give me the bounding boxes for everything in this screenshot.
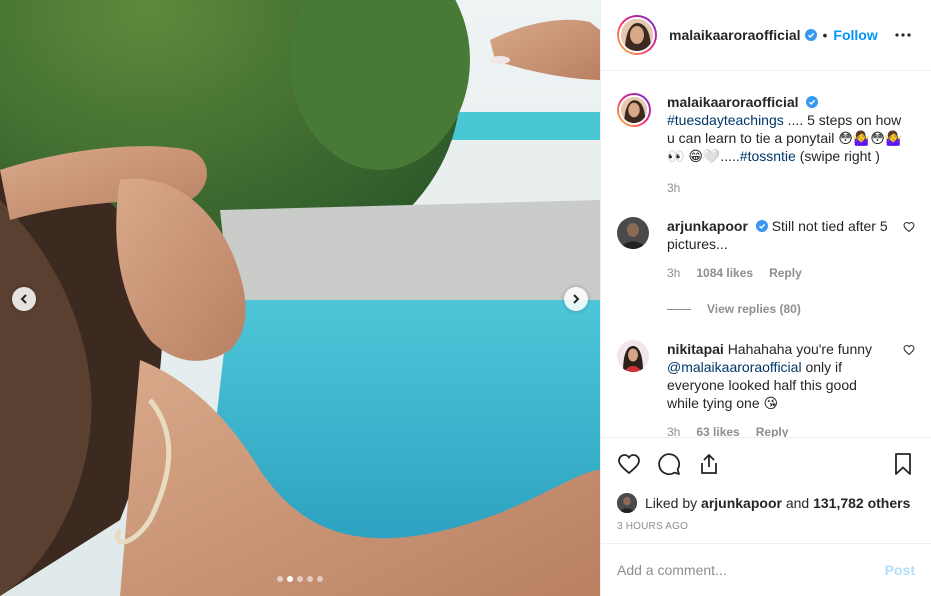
post-media[interactable] — [0, 0, 600, 596]
caption-text: (swipe right ) — [795, 148, 880, 165]
share-icon[interactable] — [697, 452, 721, 476]
post-timestamp[interactable]: 3 HOURS AGO — [601, 515, 931, 543]
heart-icon[interactable] — [617, 452, 641, 476]
comment-likes[interactable]: 63 likes — [696, 425, 739, 436]
view-replies-label: View replies (80) — [707, 302, 801, 317]
reply-button[interactable]: Reply — [756, 425, 789, 436]
comment-item: nikitapai Hahahaha you're funny @malaika… — [617, 340, 915, 437]
instagram-post: malaikaaroraofficial • Follow malaikaaro… — [0, 0, 931, 596]
liker-username[interactable]: arjunkapoor — [701, 495, 782, 511]
header-separator: • — [822, 27, 828, 44]
post-header: malaikaaroraofficial • Follow — [601, 0, 931, 72]
verified-badge-icon — [804, 29, 817, 42]
comment-text: Hahahaha you're funny — [727, 341, 873, 358]
carousel-dot — [297, 576, 303, 582]
follow-button[interactable]: Follow — [833, 27, 877, 43]
carousel-dot — [277, 576, 283, 582]
commenter-avatar[interactable] — [617, 217, 649, 250]
view-replies-button[interactable]: View replies (80) — [667, 302, 915, 316]
caption-hashtag[interactable]: #tuesdayteachings — [667, 112, 784, 128]
comment-like-heart-icon[interactable] — [903, 221, 915, 233]
caption-avatar[interactable] — [617, 93, 651, 128]
carousel-dot — [317, 576, 323, 582]
post-actions — [601, 438, 931, 491]
post-comment-button[interactable]: Post — [885, 562, 915, 578]
comment-item: arjunkapoor Still not tied after 5 pictu… — [617, 217, 915, 280]
caption-username[interactable]: malaikaaroraofficial — [667, 94, 799, 110]
post-side-panel: malaikaaroraofficial • Follow malaikaaro… — [600, 0, 931, 596]
likes-summary: Liked by arjunkapoor and 131,782 others — [601, 491, 931, 515]
comment-like-heart-icon[interactable] — [903, 344, 915, 356]
comment-input[interactable] — [617, 561, 885, 578]
commenter-username[interactable]: nikitapai — [667, 341, 724, 357]
author-avatar[interactable] — [617, 15, 657, 56]
caption-hashtag[interactable]: #tossntie — [740, 148, 796, 164]
previous-image-button[interactable] — [12, 287, 36, 311]
verified-badge-icon — [755, 220, 768, 233]
comment-likes[interactable]: 1084 likes — [696, 266, 753, 280]
likes-others-count[interactable]: 131,782 others — [813, 495, 910, 511]
comments-section[interactable]: malaikaaroraofficial #tuesdayteachings .… — [601, 71, 931, 438]
likes-prefix: Liked by — [645, 494, 702, 511]
likes-middle: and — [781, 494, 814, 511]
commenter-username[interactable]: arjunkapoor — [667, 218, 748, 234]
post-photo — [0, 0, 600, 596]
verified-badge-icon — [806, 96, 819, 109]
comment-icon[interactable] — [657, 452, 681, 476]
caption: malaikaaroraofficial #tuesdayteachings .… — [617, 93, 915, 195]
comment-time[interactable]: 3h — [667, 425, 680, 436]
comment-mention[interactable]: @malaikaaroraofficial — [667, 359, 802, 375]
add-comment-bar: Post — [601, 542, 931, 596]
carousel-dot-active — [287, 576, 293, 582]
more-options-button[interactable] — [891, 23, 915, 47]
more-horizontal-icon — [895, 33, 911, 37]
next-image-button[interactable] — [564, 287, 588, 311]
comment-time[interactable]: 3h — [667, 266, 680, 280]
reply-button[interactable]: Reply — [769, 266, 802, 280]
chevron-right-icon — [573, 294, 580, 304]
bookmark-icon[interactable] — [891, 452, 915, 476]
commenter-avatar[interactable] — [617, 340, 649, 373]
chevron-left-icon — [20, 294, 27, 304]
carousel-dot — [307, 576, 313, 582]
liker-avatar[interactable] — [617, 492, 637, 513]
author-username[interactable]: malaikaaroraofficial — [669, 27, 801, 43]
carousel-indicator — [277, 576, 323, 582]
caption-time[interactable]: 3h — [667, 181, 680, 195]
